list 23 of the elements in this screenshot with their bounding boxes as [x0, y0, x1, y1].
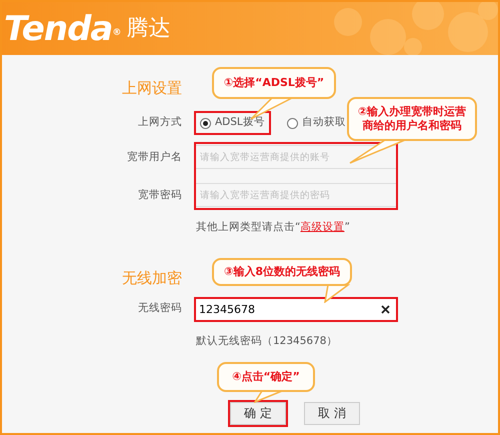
logo: Tenda$^{®}$ [4, 12, 120, 46]
password-field[interactable]: 12345678 [196, 298, 396, 320]
section-title: 无线加密 [121, 268, 183, 288]
field-label: 宽带用户名 [126, 150, 182, 165]
text-field[interactable]: 请输入宽带运营商提供的账号 [196, 145, 396, 169]
brand-name: 腾达 [126, 15, 170, 43]
field-label: 上网方式 [137, 115, 183, 130]
field-label: 无线密码 [137, 301, 183, 316]
option-label: 自动获取 [302, 115, 346, 130]
option-label: ADSL拨号 [215, 115, 265, 130]
advanced-settings-link[interactable]: 高级设置 [300, 221, 344, 233]
radio-button[interactable] [286, 118, 298, 128]
radio-button[interactable] [200, 118, 211, 128]
field-label: 宽带密码 [137, 188, 182, 203]
clear-icon[interactable] [381, 304, 390, 314]
ok-button[interactable]: 确 定 [230, 402, 286, 424]
text-field[interactable]: 请输入宽带运营商提供的密码 [196, 183, 396, 207]
section-title: 上网设置 [121, 78, 183, 99]
radio-option[interactable]: ADSL拨号 [196, 113, 269, 133]
hint-text: 其他上网类型请点击“高级设置” [196, 220, 350, 235]
cancel-button[interactable]: 取 消 [304, 402, 360, 424]
radio-option[interactable]: 自动获取 [282, 113, 350, 133]
hint-text: 默认无线密码（12345678） [196, 334, 338, 349]
